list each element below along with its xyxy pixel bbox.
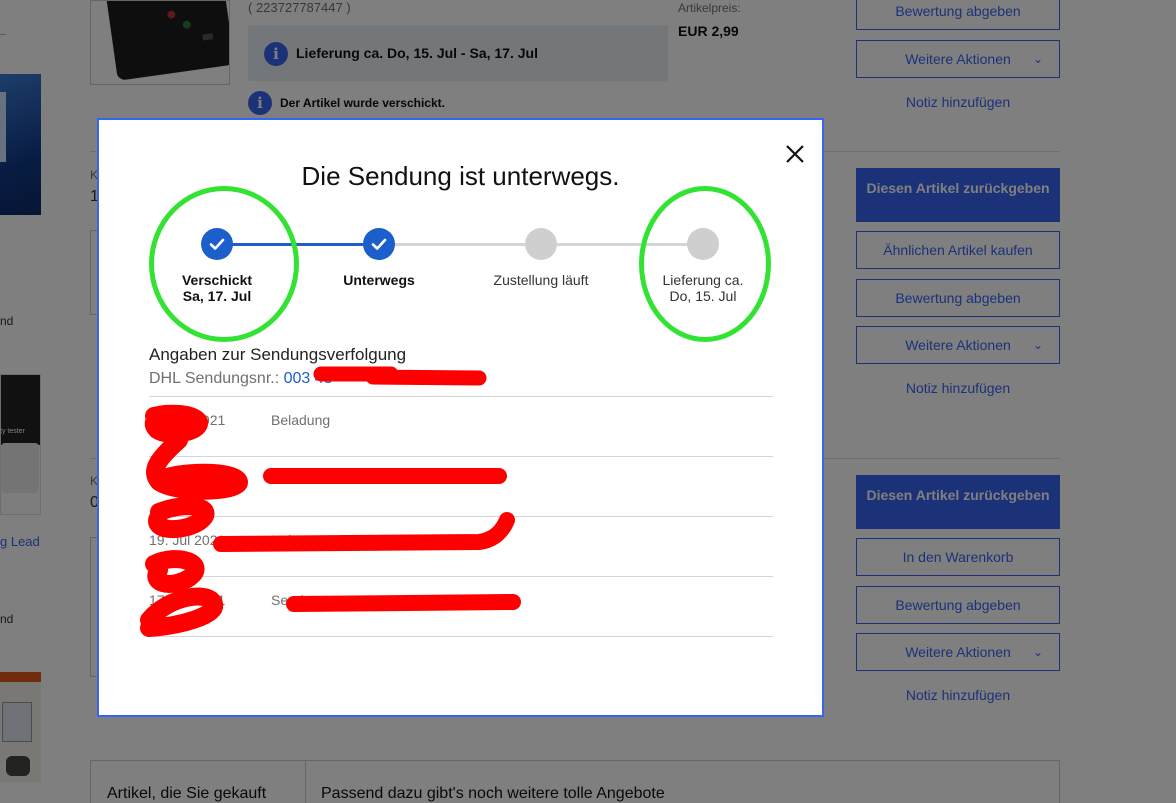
highlight-ring [639, 186, 771, 342]
event-date: 19. Jul 2021 [149, 472, 226, 488]
divider [149, 636, 773, 637]
divider [149, 456, 773, 457]
step-title: Lieferung ca. [662, 272, 744, 288]
tracking-number-link[interactable]: 003 43 [284, 370, 333, 387]
tracking-number-row: DHL Sendungsnr.: 003 43 [149, 370, 333, 388]
step-out-for-delivery-indicator [525, 228, 557, 260]
event-description: Sendungsnummer angegeben [271, 592, 460, 608]
highlight-ring [149, 186, 299, 342]
tracking-dialog: Die Sendung ist unterwegs. Verschickt Sa… [97, 118, 824, 717]
step-title: Unterwegs [343, 272, 415, 288]
check-icon [209, 238, 225, 250]
event-description: Keine ... erforderlich [271, 532, 397, 548]
step-delivery-indicator [687, 228, 719, 260]
step-label-delivery: Lieferung ca. Do, 15. Jul [628, 272, 778, 304]
step-date: Do, 15. Jul [669, 288, 737, 304]
step-in-transit-indicator [363, 228, 395, 260]
carrier-label: DHL Sendungsnr.: [149, 370, 280, 387]
divider [149, 516, 773, 517]
divider [149, 396, 773, 397]
event-date: 22. Jul 2021 [149, 412, 226, 428]
check-icon [371, 238, 387, 250]
step-title: Verschickt [181, 272, 253, 288]
step-label-shipped: Verschickt Sa, 17. Jul [142, 272, 292, 304]
dialog-title: Die Sendung ist unterwegs. [301, 161, 620, 191]
event-date: 19. Jul 2021 [149, 532, 226, 548]
divider [149, 576, 773, 577]
step-title: Zustellung läuft [493, 272, 589, 288]
progress-line-complete [217, 243, 381, 246]
step-date: Sa, 17. Jul [182, 288, 252, 304]
tracking-heading: Angaben zur Sendungsverfolgung [149, 345, 407, 364]
step-label-in-transit: Unterwegs [304, 272, 454, 288]
step-label-out-for-delivery: Zustellung läuft [466, 272, 616, 288]
event-description: Beladung [271, 412, 331, 428]
step-shipped-indicator [201, 228, 233, 260]
event-date: 17. Jul 2021 [149, 592, 226, 608]
